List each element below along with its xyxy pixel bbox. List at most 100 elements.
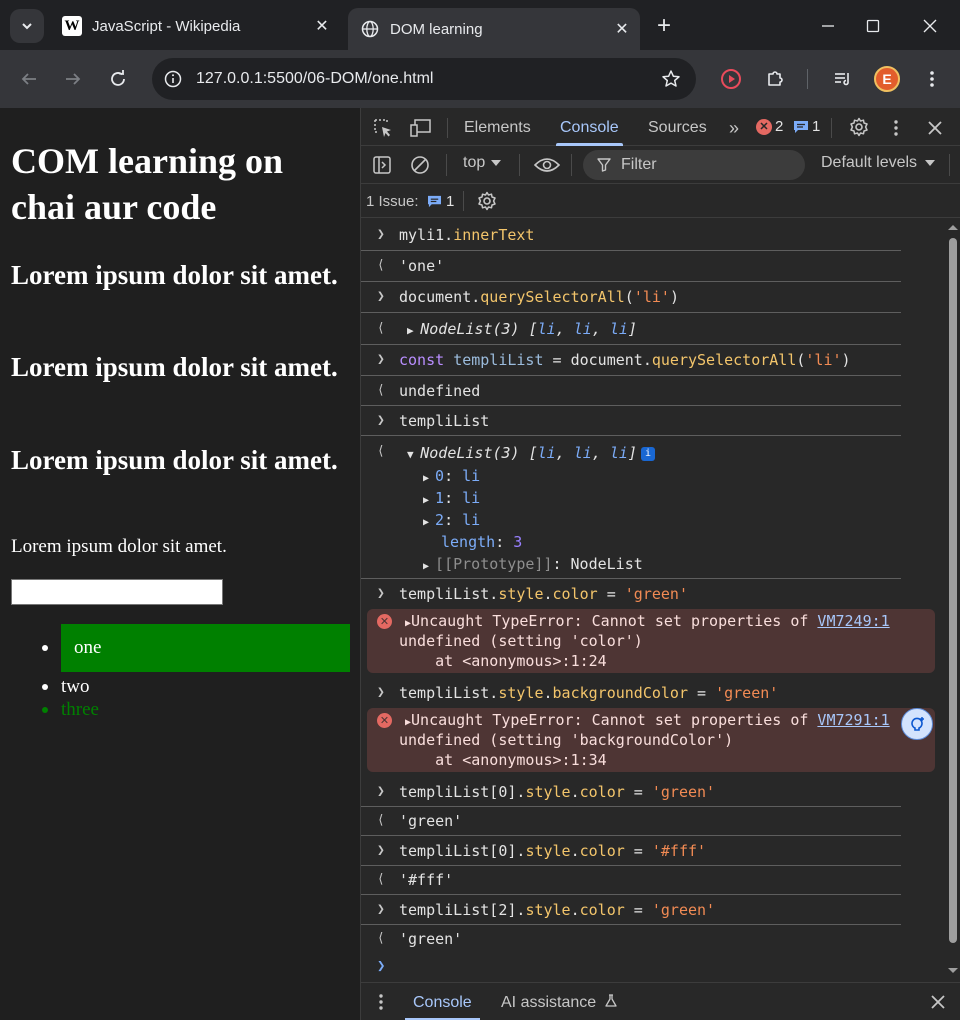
issues-count-link[interactable]: 1 <box>427 193 454 210</box>
console-settings-gear-icon[interactable] <box>475 189 499 213</box>
error-count-badge[interactable]: ✕ 2 <box>756 118 783 135</box>
input-chevron-icon: ❯ <box>377 902 385 917</box>
sidebar-toggle-icon[interactable] <box>370 153 394 177</box>
list-item-one: one <box>11 624 350 672</box>
tab-dom-learning[interactable]: DOM learning ✕ <box>348 8 640 50</box>
tab-search-button[interactable] <box>10 9 44 43</box>
page-heading: COM learning on chai aur code <box>11 141 284 227</box>
clear-console-icon[interactable] <box>408 153 432 177</box>
console-input-row: ❯ document.querySelectorAll('li') <box>361 282 901 313</box>
context-selector[interactable]: top <box>463 154 502 172</box>
result-arrow-icon: ⟨ <box>377 321 385 336</box>
reload-button[interactable] <box>103 64 133 94</box>
drawer-menu-icon[interactable] <box>373 991 389 1013</box>
scroll-up-icon <box>948 225 958 230</box>
devtools-drawer: Console AI assistance <box>361 982 960 1020</box>
bookmark-star-icon[interactable] <box>656 64 686 94</box>
tab-elements[interactable]: Elements <box>464 108 531 146</box>
site-info-icon[interactable] <box>160 66 186 92</box>
drawer-tab-ai-assistance[interactable]: AI assistance <box>501 983 617 1020</box>
arrow-right-icon <box>66 73 81 85</box>
inspect-element-icon[interactable] <box>371 116 395 140</box>
dropdown-arrow-icon <box>925 160 936 166</box>
console-input-row: ❯ const templiList = document.querySelec… <box>361 345 901 376</box>
log-levels-dropdown[interactable]: Default levels <box>821 154 936 172</box>
arrow-left-icon <box>21 73 36 85</box>
input-chevron-icon: ❯ <box>377 289 385 304</box>
source-link: VM7291:1 <box>817 711 890 729</box>
input-chevron-icon: ❯ <box>377 843 385 858</box>
list-item-three: three <box>11 698 350 721</box>
console-output[interactable]: ❯ myli1.innerText ⟨ 'one' ❯ document.que… <box>361 220 945 980</box>
input-chevron-icon: ❯ <box>377 227 385 242</box>
back-button[interactable] <box>14 64 44 94</box>
issues-label: 1 Issue: <box>366 193 419 210</box>
console-input-row: ❯ templiList <box>361 406 901 436</box>
console-input-row: ❯ templiList.style.backgroundColor = 'gr… <box>377 684 779 702</box>
console-prompt[interactable]: ❯ <box>377 958 385 974</box>
subheading-1: Lorem ipsum dolor sit amet. <box>11 260 338 290</box>
profile-avatar[interactable]: E <box>874 66 900 92</box>
devtools-menu-icon[interactable] <box>886 116 906 140</box>
filter-divider <box>571 154 572 176</box>
subheading-3: Lorem ipsum dolor sit amet. <box>11 445 338 475</box>
scroll-thumb[interactable] <box>949 238 957 943</box>
flask-icon <box>604 994 617 1007</box>
text-input[interactable] <box>11 579 223 605</box>
more-tabs-icon[interactable]: » <box>723 117 745 139</box>
media-control-icon[interactable] <box>828 64 858 94</box>
message-icon <box>794 120 808 133</box>
tab-sources[interactable]: Sources <box>648 108 707 146</box>
page-viewport: COM learning on chai aur code Lorem ipsu… <box>0 108 360 1020</box>
browser-menu-icon[interactable] <box>917 64 947 94</box>
list-item-two: two <box>11 675 350 698</box>
console-input-row: ❯ templiList[0].style.color = '#fff' <box>361 836 901 866</box>
console-result-row: ⟨ '#fff' <box>361 866 901 895</box>
paragraph: Lorem ipsum dolor sit amet. <box>11 536 227 557</box>
close-devtools-icon[interactable] <box>923 116 947 140</box>
filter-funnel-icon <box>597 158 611 172</box>
new-tab-button[interactable]: + <box>650 12 678 40</box>
tab-wikipedia[interactable]: W JavaScript - Wikipedia ✕ <box>50 8 340 44</box>
record-extension-icon[interactable] <box>716 64 746 94</box>
maximize-button[interactable] <box>851 8 895 44</box>
result-arrow-icon: ⟨ <box>377 872 385 887</box>
console-error-row[interactable]: ✕ ▶Uncaught TypeError: Cannot set proper… <box>367 609 935 673</box>
url-text[interactable]: 127.0.0.1:5500/06-DOM/one.html <box>196 70 656 88</box>
toolbar-divider <box>807 69 808 89</box>
input-chevron-icon: ❯ <box>377 685 385 700</box>
settings-gear-icon[interactable] <box>847 115 871 139</box>
result-arrow-icon: ⟨ <box>377 813 385 828</box>
drawer-tab-console[interactable]: Console <box>405 983 480 1020</box>
close-window-button[interactable] <box>908 8 952 44</box>
live-expression-eye-icon[interactable] <box>533 153 561 177</box>
console-result-row[interactable]: ⟨ ▶ NodeList(3) [li, li, li] <box>361 313 901 345</box>
message-icon <box>428 195 441 208</box>
address-bar[interactable]: 127.0.0.1:5500/06-DOM/one.html <box>152 58 696 100</box>
message-count-badge[interactable]: 1 <box>793 118 820 135</box>
reload-icon <box>111 70 125 86</box>
source-link: VM7249:1 <box>817 612 890 630</box>
device-toolbar-icon[interactable] <box>409 116 433 140</box>
console-result-expanded[interactable]: ⟨ ▼ NodeList(3) [li, li, li] i ▶ 0: li ▶ … <box>361 436 901 579</box>
console-input-row: ❯ myli1.innerText <box>361 220 901 251</box>
forward-button[interactable] <box>58 64 88 94</box>
error-icon: ✕ <box>756 118 772 135</box>
close-icon[interactable]: ✕ <box>310 14 334 38</box>
tab-divider <box>447 118 448 138</box>
devtools-tab-bar: Elements Console Sources » ✕ 2 1 <box>361 108 960 146</box>
result-arrow-icon: ⟨ <box>377 258 385 273</box>
console-result-row: ⟨ 'one' <box>361 251 901 282</box>
ai-assist-bulb-icon[interactable] <box>901 708 933 740</box>
filter-input[interactable]: Filter <box>583 150 805 180</box>
console-scrollbar[interactable] <box>945 220 960 980</box>
close-icon[interactable]: ✕ <box>610 17 634 41</box>
extensions-puzzle-icon[interactable] <box>760 64 790 94</box>
tab-divider <box>831 118 832 138</box>
error-icon: ✕ <box>377 614 392 629</box>
console-error-row[interactable]: ✕ ▶Uncaught TypeError: Cannot set proper… <box>367 708 935 772</box>
minimize-button[interactable] <box>806 8 850 44</box>
close-drawer-icon[interactable] <box>927 991 949 1013</box>
filter-divider <box>519 154 520 176</box>
tab-console[interactable]: Console <box>556 108 623 146</box>
